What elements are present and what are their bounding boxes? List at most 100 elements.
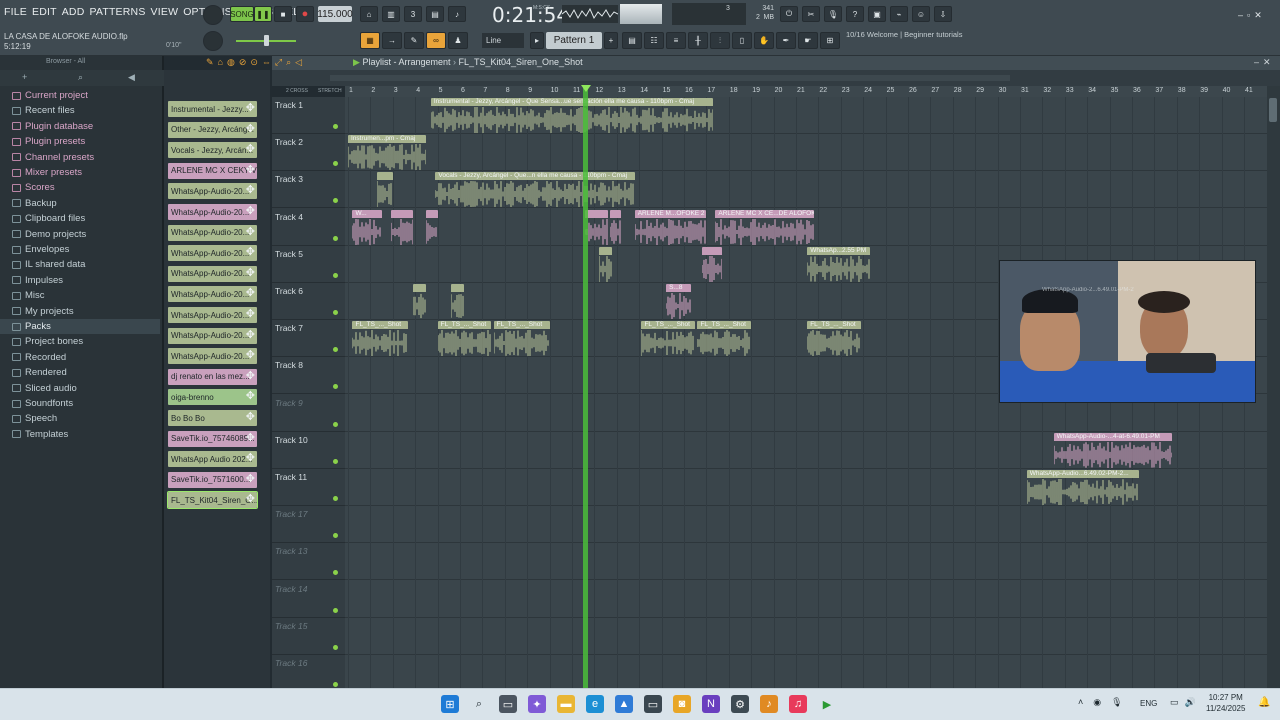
audio-clip[interactable] [451,284,465,320]
app-circle-button[interactable]: ⚙ [731,695,749,713]
audio-clip[interactable]: Instrumental - Jezzy, Arcángel - Que Sen… [430,98,714,134]
next-button[interactable]: → [382,32,402,49]
audio-clip[interactable]: Instrumen...pm - Cmaj [348,135,427,171]
browser-item-my-projects[interactable]: My projects [12,304,74,319]
drag-icon[interactable]: ✥ [246,493,255,505]
track-mute-led[interactable] [333,644,338,650]
track-mute-led[interactable] [333,458,338,464]
visual-studio-button[interactable]: N [702,695,720,713]
menu-view[interactable]: VIEW [151,6,179,18]
channel-toggle[interactable]: ≡ [666,32,686,49]
audio-clip[interactable] [426,209,438,246]
audio-clip[interactable] [585,209,608,246]
audio-clip[interactable]: ARLENE MC X CE...DE ALOFOKE 2 [715,209,814,246]
track-mute-led[interactable] [333,272,338,278]
audio-clip[interactable]: ARLENE M...OFOKE 2 [634,209,707,246]
song-mode-button[interactable]: SONG [230,6,254,22]
menu-patterns[interactable]: PATTERNS [89,6,145,18]
time-display[interactable]: 0:21:54 [492,3,569,27]
language-indicator[interactable]: ENG [1140,699,1157,708]
picker-channel[interactable]: SaveTik.io_75746089... ✥ [168,430,257,447]
speaker-icon[interactable]: ◀ [128,72,135,83]
play-button[interactable]: ❚❚ [254,6,272,22]
drag-icon[interactable]: ✥ [246,184,255,196]
playhead[interactable] [583,86,589,688]
script-toggle[interactable]: ✒ [776,32,796,49]
track-mute-led[interactable] [333,533,338,539]
countdown-button[interactable]: 3 [404,6,422,22]
mixer-toggle[interactable]: ☷ [644,32,664,49]
picker-channel[interactable]: ARLENE MC X CEKY VI... ✥ [168,162,257,179]
picker-channel[interactable]: Other - Jezzy, Arcáng... ✥ [168,121,257,138]
edge-button[interactable]: e [586,695,604,713]
browser-item-clipboard-files[interactable]: Clipboard files [12,211,85,226]
menu-edit[interactable]: EDIT [32,6,57,18]
picker-channel[interactable]: WhatsApp-Audio-20... ✥ [168,286,257,303]
audio-clip[interactable]: WhatsApp-Audio-...4-at-6.49.01-PM [1053,432,1173,469]
audio-clip[interactable]: WhatsAp...2.55 PM [807,246,870,283]
copilot-button[interactable]: ✦ [528,695,546,713]
master-volume-knob[interactable] [203,5,223,25]
audio-clip[interactable] [377,172,393,208]
tempo-display[interactable]: 115.000 [317,6,353,22]
browser-item-current-project[interactable]: Current project [12,88,88,103]
track-mute-led[interactable] [333,161,338,167]
drag-icon[interactable]: ✥ [246,308,255,320]
picker-channel[interactable]: WhatsApp-Audio-20... ✥ [168,183,257,200]
drag-icon[interactable]: ✥ [246,452,255,464]
chat-button[interactable]: ☺ [912,6,930,22]
browser-item-backup[interactable]: Backup [12,196,57,211]
track-mute-led[interactable] [333,198,338,204]
master-pitch-knob[interactable] [203,31,223,51]
pattern-arrow[interactable]: ▸ [530,32,544,49]
audio-clip[interactable]: FL_TS_..._Shot [641,321,696,357]
midi-button[interactable]: ⌁ [890,6,908,22]
track-mute-led[interactable] [333,570,338,576]
browser-item-scores[interactable]: Scores [12,180,55,195]
browser-item-demo-projects[interactable]: Demo projects [12,227,86,242]
track-mute-led[interactable] [333,421,338,427]
drag-icon[interactable]: ✥ [246,473,255,485]
browser-toggle[interactable]: ⫶ [710,32,730,49]
track-mute-led[interactable] [333,682,338,687]
picker-channel[interactable]: WhatsApp-Audio-20... ✥ [168,265,257,282]
picker-channel[interactable]: WhatsApp-Audio-20... ✥ [168,327,257,344]
timeline-ruler[interactable]: 1 2 3 4 5 6 7 8 9 10 11 12 13 14 15 16 17 18 19 20 21 22 23 24 2… [345,86,1267,97]
browser-item-plugin-database[interactable]: Plugin database [12,119,93,134]
picker-channel[interactable]: Bo Bo Bo ✥ [168,410,257,426]
stop-button[interactable]: ■ [274,6,292,22]
collapse-icon[interactable]: + [22,72,27,82]
track-header[interactable]: Track 6 [272,283,345,320]
wait-input-button[interactable]: ▥ [382,6,400,22]
picker-channel[interactable]: oiga-brenno ✥ [168,389,257,406]
audio-clip[interactable] [598,246,613,283]
taskbar-clock[interactable]: 10:27 PM 11/24/2025 [1206,692,1245,714]
track-header[interactable]: Track 2 [272,134,345,172]
channel-rack-toggle[interactable]: ▤ [622,32,642,49]
browser-item-envelopes[interactable]: Envelopes [12,242,69,257]
browser-item-il-shared-data[interactable]: IL shared data [12,257,85,272]
track-header[interactable]: Track 4 [272,209,345,246]
browser-item-recent-files[interactable]: Recent files [12,103,75,118]
playlist-window-controls[interactable]: –✕ [1254,57,1275,68]
browser-item-misc[interactable]: Misc [12,288,45,303]
audio-clip[interactable]: FL_TS_..._Shot [807,321,861,357]
track-mute-led[interactable] [333,347,338,353]
download-button[interactable]: ⇩ [934,6,952,22]
drag-icon[interactable]: ✥ [246,123,255,135]
picker-channel[interactable]: dj renato en las mez... ✥ [168,368,257,385]
task-view-button[interactable]: ▭ [499,695,517,713]
audio-clip[interactable]: FL_TS_..._Shot [437,321,492,357]
drag-icon[interactable]: ✥ [246,102,255,114]
drag-icon[interactable]: ✥ [246,226,255,238]
track-header[interactable]: Track 15 [272,618,345,655]
drag-icon[interactable]: ✥ [246,390,255,402]
overview-bar[interactable] [330,75,1010,81]
arrow-app-button[interactable]: ▶ [818,695,836,713]
track-header[interactable]: Track 17 [272,506,345,544]
browser-item-mixer-presets[interactable]: Mixer presets [12,165,82,180]
audio-clip[interactable]: FL_TS_..._Shot [697,321,752,357]
system-icons[interactable]: ▭🔊 [1170,697,1202,708]
menu-add[interactable]: ADD [62,6,85,18]
drag-icon[interactable]: ✥ [246,349,255,361]
